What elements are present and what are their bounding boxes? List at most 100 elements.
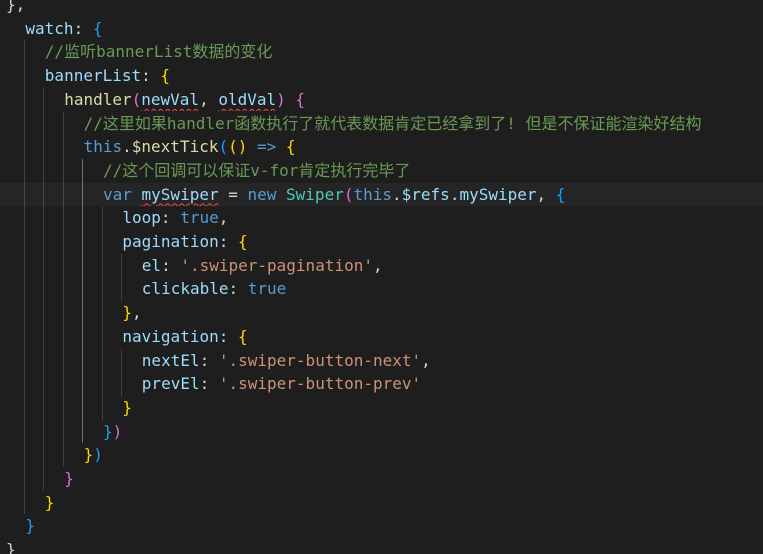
code-token: , <box>421 350 431 370</box>
code-text: watch: { <box>25 17 102 41</box>
code-token: } <box>103 421 113 441</box>
code-line[interactable]: }, <box>0 0 763 17</box>
code-text: } <box>122 396 132 420</box>
code-text: }) <box>84 443 103 467</box>
code-token: = <box>218 184 248 204</box>
code-token: { <box>92 18 103 38</box>
code-token: } <box>64 469 74 488</box>
code-line[interactable]: }) <box>0 420 763 444</box>
code-line[interactable]: }) <box>0 443 763 467</box>
code-line[interactable]: prevEl: '.swiper-button-prev' <box>0 372 763 396</box>
code-token: this <box>353 184 392 204</box>
code-token: clickable <box>141 279 229 299</box>
code-token: nextEl <box>141 350 200 370</box>
code-text: nextEl: '.swiper-button-next', <box>142 349 431 373</box>
code-token: . <box>392 184 402 204</box>
code-token: , <box>536 184 556 204</box>
code-token: } <box>25 516 36 536</box>
code-token: mySwiper <box>459 184 537 204</box>
code-token: newVal <box>141 89 200 109</box>
code-text: //这里如果handler函数执行了就代表数据肯定已经拿到了! 但是不保证能渲染… <box>84 112 702 136</box>
code-text: } <box>6 538 16 554</box>
code-token: } <box>44 492 55 512</box>
code-token: , <box>199 89 219 109</box>
code-token: ) <box>112 421 123 441</box>
code-token: : <box>73 18 93 38</box>
code-text: }, <box>122 301 141 325</box>
code-token: { <box>295 89 306 109</box>
code-line[interactable]: //监听bannerList数据的变化 <box>0 40 763 64</box>
code-text: navigation: { <box>122 325 247 349</box>
code-token: el <box>141 255 162 275</box>
code-token: oldVal <box>218 89 277 109</box>
code-text: } <box>64 467 74 491</box>
code-token: { <box>555 184 566 204</box>
code-token: $refs <box>401 184 450 204</box>
code-line[interactable]: navigation: { <box>0 325 763 349</box>
code-line[interactable]: } <box>0 514 763 538</box>
code-token: . <box>449 184 460 204</box>
code-token: } <box>83 445 94 465</box>
code-line[interactable]: el: '.swiper-pagination', <box>0 254 763 278</box>
code-token: //这个回调可以保证v-for肯定执行完毕了 <box>103 160 411 180</box>
code-text: loop: true, <box>122 206 228 230</box>
code-token: mySwiper <box>141 184 219 204</box>
code-line[interactable]: watch: { <box>0 17 763 41</box>
code-line[interactable]: clickable: true <box>0 277 763 301</box>
code-token: pagination <box>122 232 219 251</box>
code-token: () <box>228 137 248 157</box>
code-line[interactable]: } <box>0 396 763 420</box>
code-line[interactable]: bannerList: { <box>0 64 763 88</box>
code-token: prevEl <box>141 374 200 394</box>
code-token: handler <box>64 89 132 109</box>
code-line[interactable]: handler(newVal, oldVal) { <box>0 88 763 112</box>
code-token: : <box>199 350 219 370</box>
code-token: new <box>247 184 287 204</box>
code-line[interactable]: }, <box>0 301 763 325</box>
code-token: } <box>122 303 133 323</box>
code-token: navigation <box>122 326 219 346</box>
code-token: ) <box>93 445 103 465</box>
code-line[interactable]: //这里如果handler函数执行了就代表数据肯定已经拿到了! 但是不保证能渲染… <box>0 112 763 136</box>
code-line[interactable]: } <box>0 538 763 554</box>
code-text: bannerList: { <box>45 64 170 88</box>
code-text: }) <box>103 420 122 444</box>
code-text: } <box>45 491 55 515</box>
code-token: : <box>218 232 238 251</box>
code-token: this <box>83 137 123 157</box>
code-token: '.swiper-button-prev' <box>218 374 422 394</box>
code-token: ( <box>131 89 142 109</box>
code-token: true <box>180 208 219 228</box>
code-token: }, <box>6 0 26 14</box>
code-token: : <box>218 326 238 346</box>
code-line[interactable]: } <box>0 467 763 491</box>
code-token: { <box>237 326 248 346</box>
code-token: bannerList <box>44 66 142 86</box>
code-editor[interactable]: }, watch: {//监听bannerList数据的变化 bannerList:… <box>0 0 763 554</box>
code-token: , <box>372 255 383 275</box>
code-line[interactable]: var mySwiper = new Swiper(this.$refs.myS… <box>0 183 763 207</box>
code-token: ) <box>276 89 286 109</box>
code-token: , <box>132 303 142 323</box>
code-line[interactable]: nextEl: '.swiper-button-next', <box>0 349 763 373</box>
code-token: } <box>6 540 16 554</box>
code-text: this.$nextTick(() => { <box>84 135 296 159</box>
code-token: var <box>103 184 142 204</box>
code-token: '.swiper-pagination' <box>180 255 373 275</box>
code-text: prevEl: '.swiper-button-prev' <box>142 372 421 396</box>
code-token: Swiper <box>286 184 344 204</box>
code-token: loop <box>122 208 161 228</box>
code-token: //这里如果handler函数执行了就代表数据肯定已经拿到了! 但是不保证能渲染… <box>83 113 702 133</box>
code-text: clickable: true <box>142 277 287 301</box>
code-token: { <box>160 66 171 86</box>
code-line[interactable]: //这个回调可以保证v-for肯定执行完毕了 <box>0 159 763 183</box>
code-token: //监听bannerList数据的变化 <box>44 42 273 62</box>
code-line[interactable]: pagination: { <box>0 230 763 254</box>
code-line[interactable]: } <box>0 491 763 515</box>
code-token: { <box>237 232 248 251</box>
code-line[interactable]: this.$nextTick(() => { <box>0 135 763 159</box>
code-text: }, <box>6 0 25 17</box>
code-line[interactable]: loop: true, <box>0 206 763 230</box>
code-token: : <box>160 208 181 228</box>
